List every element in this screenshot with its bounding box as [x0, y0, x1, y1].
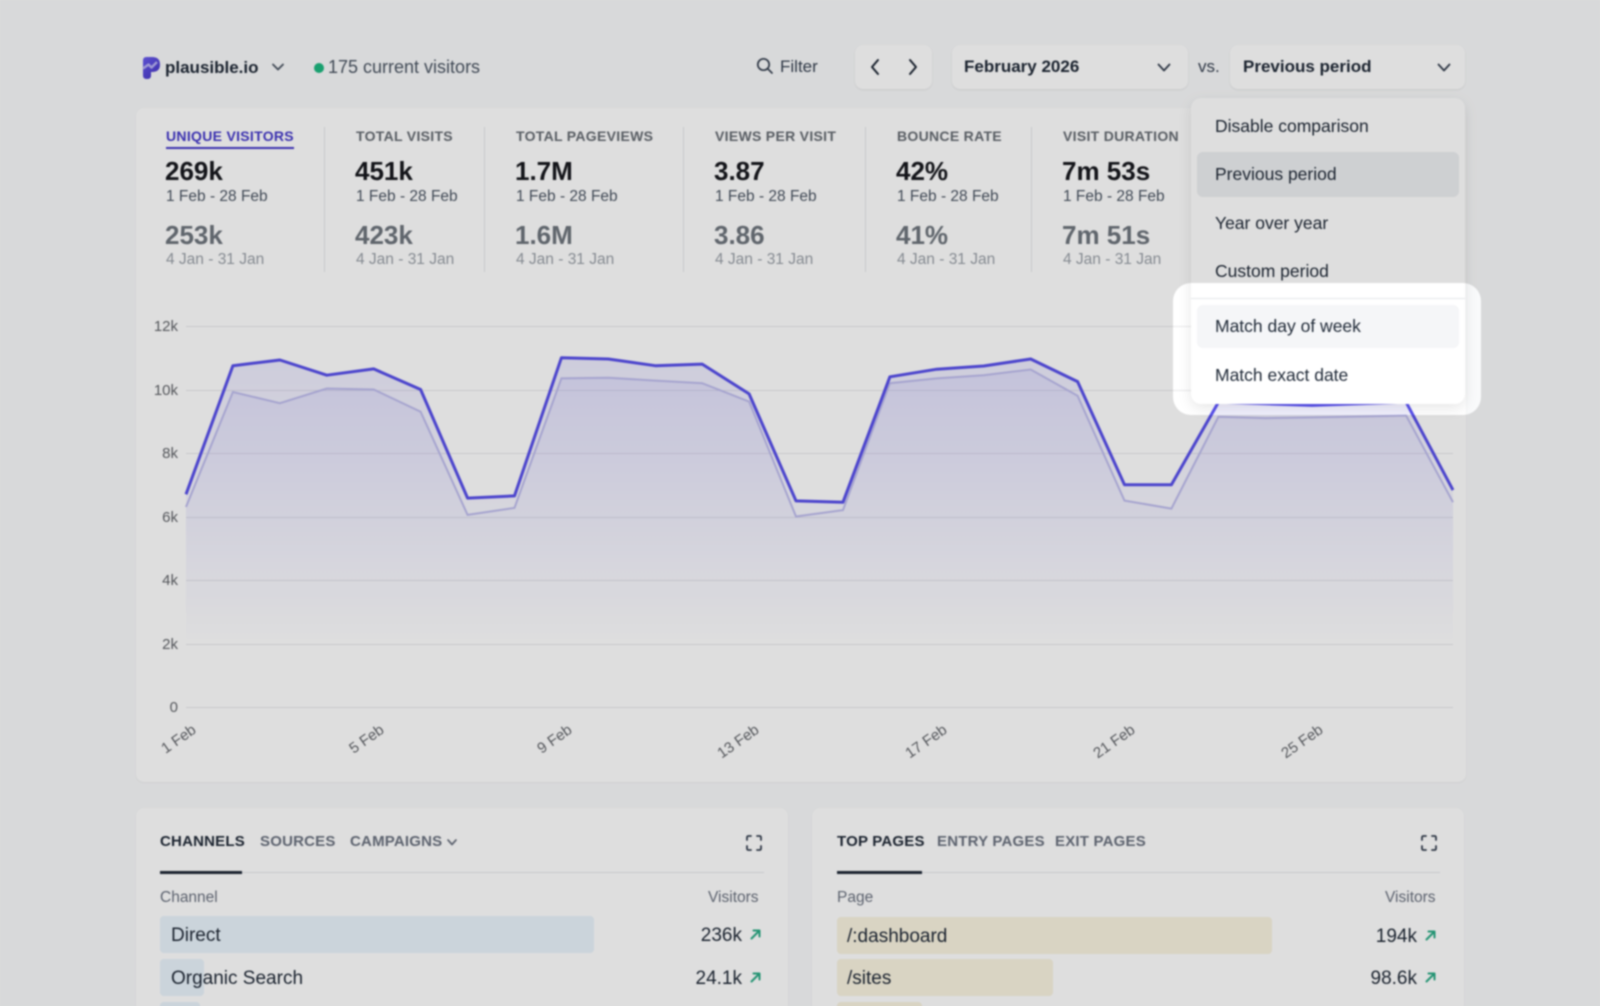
svg-text:9 Feb: 9 Feb	[534, 721, 575, 757]
svg-text:13 Feb: 13 Feb	[714, 721, 762, 762]
svg-text:8k: 8k	[162, 445, 178, 462]
svg-text:21 Feb: 21 Feb	[1090, 721, 1138, 762]
svg-text:6k: 6k	[162, 509, 178, 526]
svg-text:2k: 2k	[162, 636, 178, 653]
svg-text:17 Feb: 17 Feb	[902, 721, 950, 762]
svg-text:12k: 12k	[154, 318, 179, 335]
svg-text:0: 0	[170, 699, 178, 716]
svg-text:4k: 4k	[162, 572, 178, 589]
svg-text:10k: 10k	[154, 382, 179, 399]
svg-text:1 Feb: 1 Feb	[158, 721, 199, 757]
svg-text:5 Feb: 5 Feb	[346, 721, 387, 757]
svg-text:25 Feb: 25 Feb	[1278, 721, 1326, 762]
